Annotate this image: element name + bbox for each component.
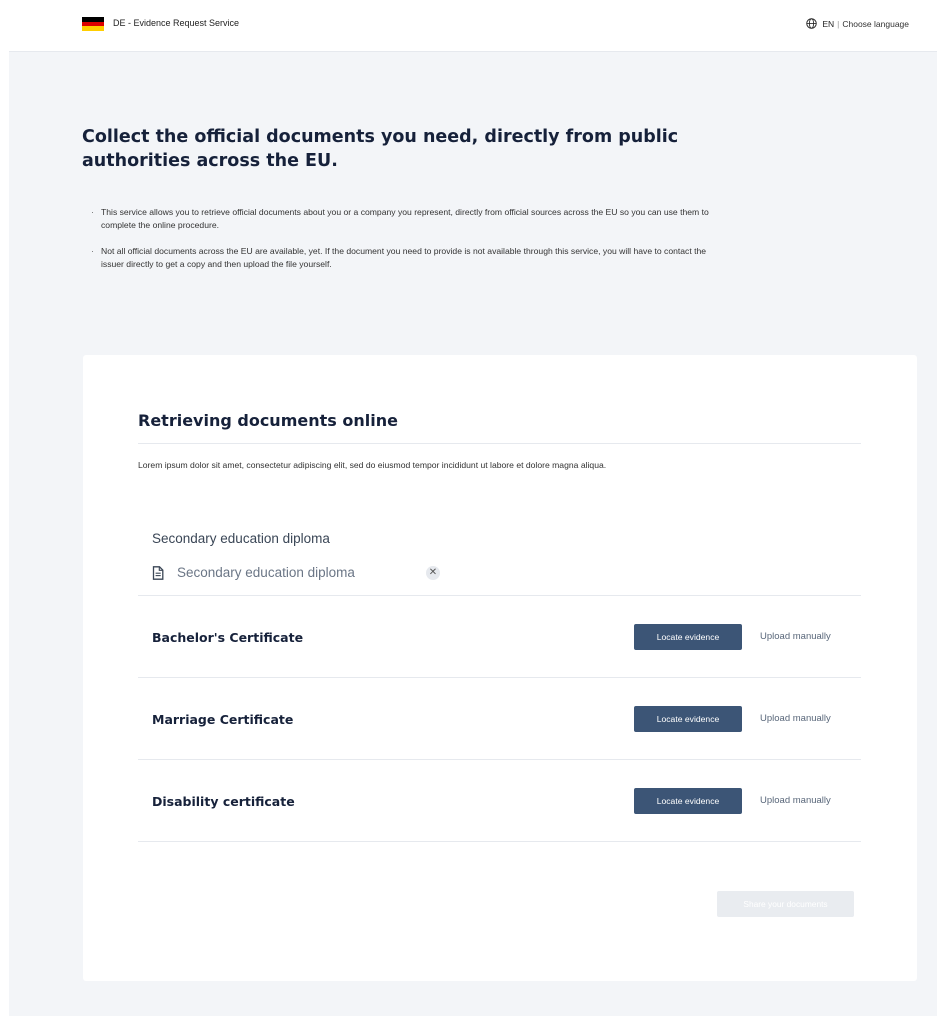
- language-separator: |: [837, 18, 840, 29]
- document-item-secondary-diploma: Secondary education diploma Secondary ed…: [138, 523, 861, 596]
- attached-file: Secondary education diploma: [152, 565, 355, 580]
- document-item-marriage: Marriage Certificate Locate evidence Upl…: [138, 678, 861, 760]
- document-name: Secondary education diploma: [152, 531, 330, 546]
- card-title: Retrieving documents online: [138, 411, 398, 430]
- intro-bullet: This service allows you to retrieve offi…: [91, 206, 721, 231]
- document-name: Disability certificate: [152, 794, 295, 809]
- document-item-disability: Disability certificate Locate evidence U…: [138, 760, 861, 842]
- attached-file-name: Secondary education diploma: [177, 565, 355, 580]
- document-icon: [152, 565, 164, 580]
- upload-manually-link[interactable]: Upload manually: [760, 795, 831, 806]
- documents-card: Retrieving documents online Lorem ipsum …: [83, 355, 917, 981]
- locate-evidence-button[interactable]: Locate evidence: [634, 706, 742, 732]
- share-documents-button[interactable]: Share your documents: [717, 891, 854, 917]
- choose-language-link[interactable]: Choose language: [842, 19, 909, 29]
- language-code: EN: [822, 18, 835, 29]
- document-name: Marriage Certificate: [152, 712, 294, 727]
- divider: [138, 443, 861, 444]
- intro-bullet-list: This service allows you to retrieve offi…: [91, 206, 721, 284]
- language-selector[interactable]: EN | Choose language: [806, 18, 909, 29]
- service-name: DE - Evidence Request Service: [113, 18, 240, 28]
- top-header: DE - Evidence Request Service EN | Choos…: [9, 7, 937, 52]
- locate-evidence-button[interactable]: Locate evidence: [634, 624, 742, 650]
- page-background: DE - Evidence Request Service EN | Choos…: [9, 7, 937, 1016]
- close-circle-icon[interactable]: ✕: [426, 566, 440, 580]
- card-description: Lorem ipsum dolor sit amet, consectetur …: [138, 460, 607, 470]
- upload-manually-link[interactable]: Upload manually: [760, 631, 831, 642]
- upload-manually-link[interactable]: Upload manually: [760, 713, 831, 724]
- germany-flag-icon: [82, 17, 104, 32]
- page-title: Collect the official documents you need,…: [82, 127, 679, 171]
- globe-icon: [806, 18, 818, 29]
- intro-bullet: Not all official documents across the EU…: [91, 245, 721, 270]
- document-item-bachelors: Bachelor's Certificate Locate evidence U…: [138, 596, 861, 678]
- locate-evidence-button[interactable]: Locate evidence: [634, 788, 742, 814]
- document-name: Bachelor's Certificate: [152, 630, 304, 645]
